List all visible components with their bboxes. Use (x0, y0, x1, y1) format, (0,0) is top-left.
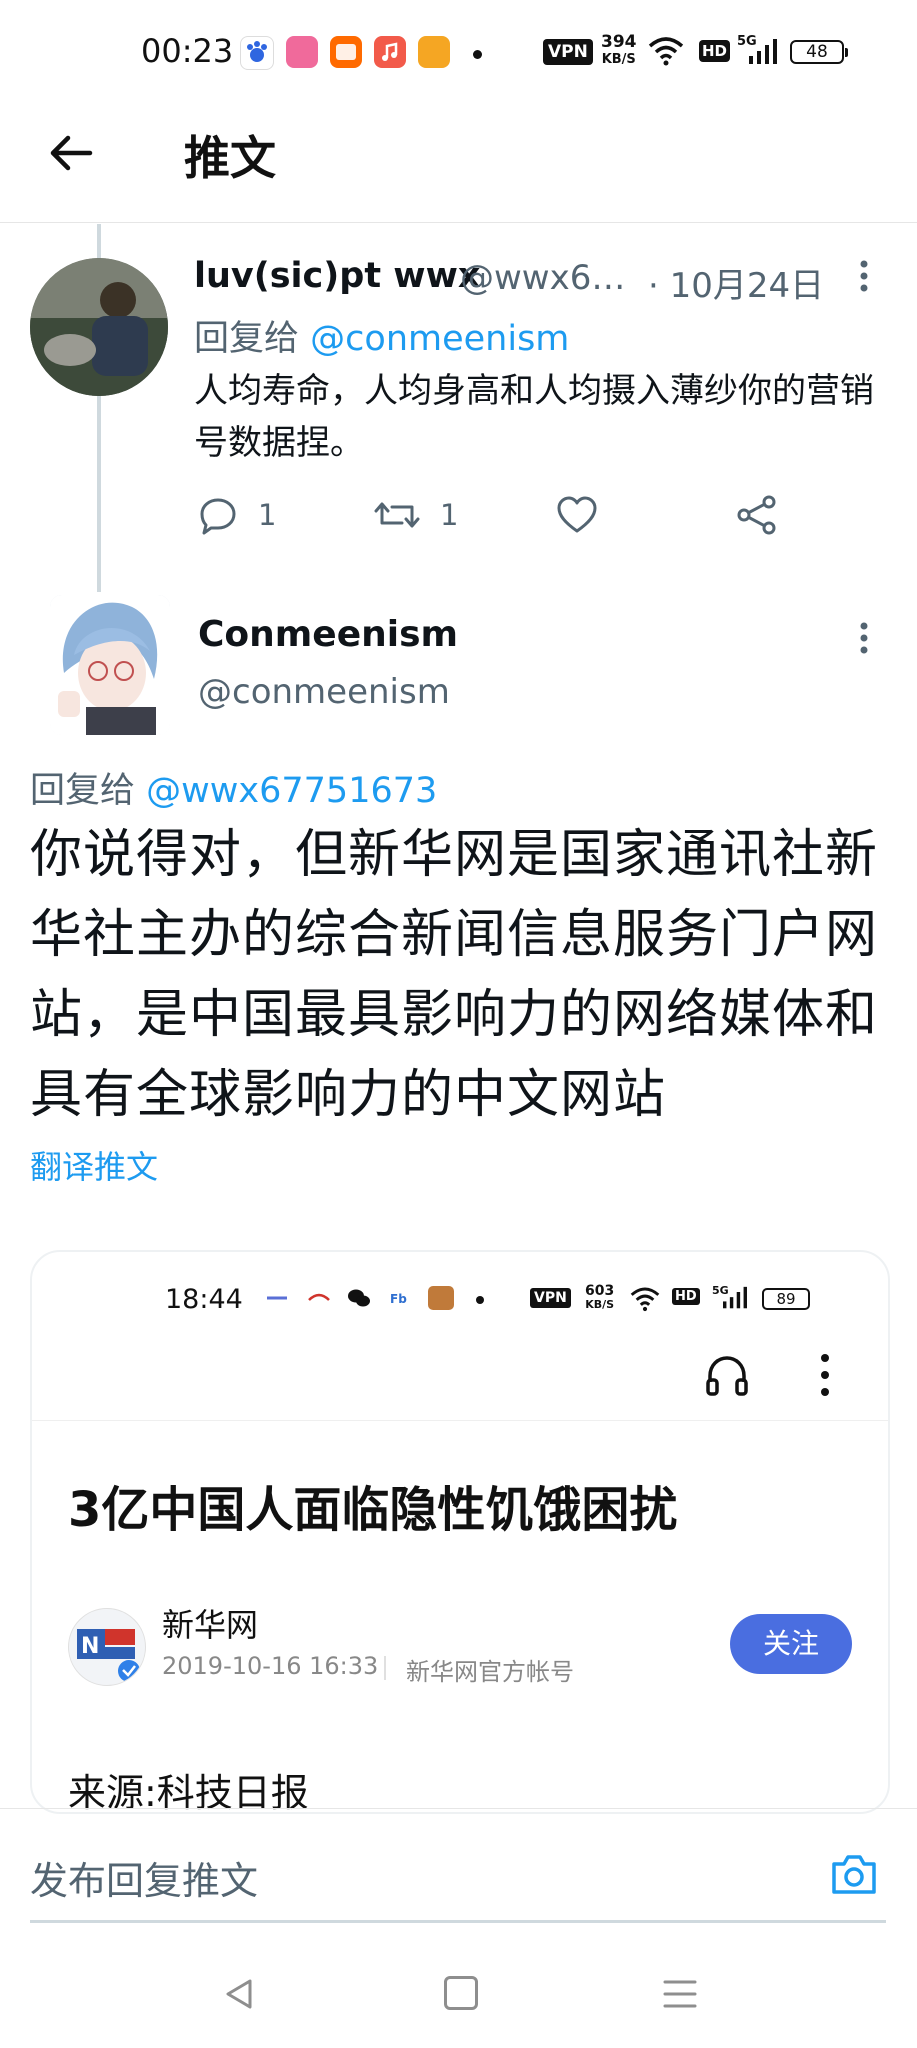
notification-dot-icon (476, 1296, 484, 1304)
reply-prefix: 回复给 (30, 771, 136, 811)
replying-to: 回复给 @conmeenism (194, 310, 569, 361)
network-speed-unit: KB/S (601, 52, 636, 67)
hd-badge: HD (699, 40, 731, 62)
embedded-status-time: 18:44 (165, 1284, 243, 1315)
account-type: 新华网官方帐号 (406, 1658, 574, 1686)
back-arrow-icon[interactable] (46, 128, 96, 178)
app-icon: Fb (388, 1286, 414, 1310)
share-button[interactable] (736, 490, 778, 540)
follow-button: 关注 (730, 1614, 852, 1674)
vpn-badge: VPN (530, 1288, 571, 1308)
meta-separator (384, 1656, 386, 1680)
header-divider (0, 222, 917, 223)
nav-menu-icon[interactable] (662, 1978, 698, 2010)
publish-time: 2019-10-16 16:33 (162, 1652, 379, 1680)
article-origin: 来源:科技日报 (68, 1771, 309, 1814)
peoples-daily-app-icon (306, 1286, 332, 1310)
network-speed: 603 KB/S (585, 1284, 614, 1312)
wifi-icon (648, 36, 684, 70)
signal-strength-icon (748, 38, 778, 70)
source-name: 新华网 (162, 1606, 259, 1644)
tweet-text: 人均寿命，人均身高和人均摄入薄纱你的营销号数据捏。 (194, 371, 874, 463)
mention-link[interactable]: @conmeenism (310, 319, 569, 359)
author-handle[interactable]: @wwx6… (460, 258, 625, 298)
author-display-name[interactable]: Conmeenism (198, 614, 458, 655)
network-speed: 394 KB/S (601, 34, 637, 68)
svg-text:N: N (81, 1634, 99, 1659)
xinhua-logo-icon: N (68, 1608, 146, 1686)
embedded-divider (32, 1420, 888, 1421)
vpn-badge: VPN (543, 39, 593, 65)
battery-indicator: 48 (790, 40, 848, 64)
like-button[interactable] (556, 490, 598, 540)
network-speed-value: 394 (601, 32, 637, 52)
wifi-icon (630, 1286, 660, 1316)
camera-icon[interactable] (828, 1848, 880, 1900)
author-handle[interactable]: @conmeenism (198, 672, 450, 712)
author-display-name[interactable]: luv(sic)pt wwx (194, 256, 481, 296)
heart-icon (557, 496, 597, 533)
tweet-date[interactable]: · 10月24日 (648, 258, 824, 307)
translate-tweet-link[interactable]: 翻译推文 (30, 1142, 158, 1188)
replying-to: 回复给 @wwx67751673 (30, 762, 437, 813)
tweet-image[interactable]: 18:44 Fb VPN 603 KB/S HD 5G 89 3亿中国人面临隐性… (30, 1250, 890, 1814)
signal-strength-icon (722, 1286, 748, 1314)
page-title: 推文 (184, 131, 276, 185)
status-bar: 00:23 VPN 394 KB/S HD 5G 48 (0, 0, 917, 105)
reply-icon (200, 498, 236, 535)
avatar[interactable] (50, 595, 170, 735)
reply-prefix: 回复给 (194, 319, 300, 359)
game-app-icon (428, 1286, 454, 1310)
wechat-icon (346, 1286, 372, 1310)
compose-divider (0, 1808, 917, 1809)
svg-text:Fb: Fb (390, 1292, 407, 1306)
music-app-icon (374, 36, 406, 68)
mention-link[interactable]: @wwx67751673 (146, 771, 437, 811)
tweet-text: 你说得对，但新华网是国家通讯社新华社主办的综合新闻信息服务门户网站，是中国最具影… (30, 825, 879, 1125)
retweet-count: 1 (440, 498, 459, 532)
nav-back-icon[interactable] (222, 1976, 258, 2012)
avatar[interactable] (30, 258, 168, 396)
reply-button[interactable]: 1 (198, 490, 276, 540)
nav-home-icon[interactable] (444, 1976, 478, 2010)
retweet-button[interactable]: 1 (374, 490, 458, 540)
more-options-icon (818, 1350, 832, 1400)
status-time: 00:23 (141, 32, 234, 70)
compose-underline (30, 1920, 886, 1923)
app-icon (264, 1286, 290, 1310)
share-icon (737, 495, 776, 535)
article-title: 3亿中国人面临隐性饥饿困扰 (68, 1482, 678, 1538)
bilibili-app-icon (286, 36, 318, 68)
more-options-icon[interactable] (852, 258, 876, 298)
baidu-app-icon (240, 36, 274, 70)
headphone-icon (704, 1352, 750, 1398)
retweet-icon (374, 502, 420, 528)
network-speed-unit: KB/S (585, 1298, 615, 1311)
more-options-icon[interactable] (852, 620, 876, 660)
reply-compose-input[interactable]: 发布回复推文 (30, 1850, 258, 1905)
reply-count: 1 (258, 498, 277, 532)
notification-dot-icon (473, 50, 482, 59)
game-app-icon (418, 36, 450, 68)
hd-badge: HD (672, 1288, 700, 1305)
battery-indicator: 89 (762, 1288, 810, 1310)
taobao-app-icon (330, 36, 362, 68)
network-speed-value: 603 (585, 1283, 615, 1299)
